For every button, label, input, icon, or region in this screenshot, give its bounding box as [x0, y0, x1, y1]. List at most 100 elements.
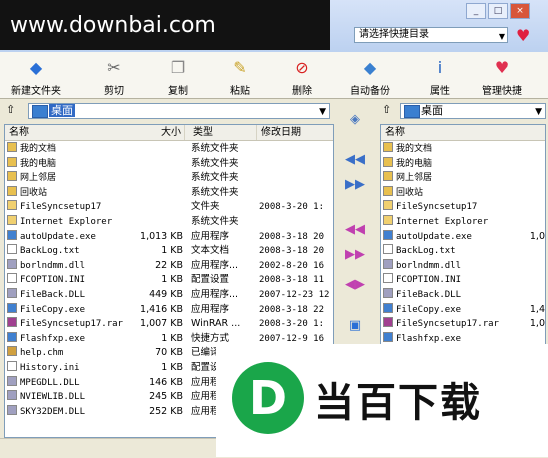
file-date: 2008-3-20 1:	[259, 319, 325, 330]
file-name-text: FileBack.DLL	[20, 290, 86, 300]
minimize-button[interactable]: _	[466, 3, 486, 19]
file-name: Internet Explorer	[7, 215, 112, 229]
table-row[interactable]: 回收站	[381, 185, 545, 200]
file-name-text: FileCopy.exe	[20, 304, 86, 315]
toolbar-button-7[interactable]: ♥ 管理快捷	[472, 54, 532, 98]
table-row[interactable]: 我的文档	[381, 142, 545, 156]
maximize-button[interactable]: □	[488, 3, 508, 19]
left-path-bar: ⇧ 桌面 ▼	[4, 101, 334, 121]
table-row[interactable]: borlndmm.dll 22 KB 应用程序... 2002-8-20 16	[5, 258, 333, 273]
file-size: 245 KB	[149, 391, 183, 403]
file-icon	[7, 302, 17, 313]
file-icon	[7, 142, 17, 152]
left-path-value: 桌面	[49, 104, 75, 117]
table-row[interactable]: FileSyncsetup17.rar 1,007 KB WinRAR ... 200…	[5, 317, 333, 331]
table-row[interactable]: FileSyncsetup17	[381, 200, 545, 214]
table-row[interactable]: FileSyncsetup17.rar 1,0	[381, 317, 545, 331]
swap-icon[interactable]: ◈	[344, 111, 366, 129]
table-row[interactable]: 网上邻居 系统文件夹	[5, 171, 333, 185]
left-path-select[interactable]: 桌面 ▼	[28, 103, 330, 119]
file-name: 我的文档	[383, 142, 432, 156]
file-name-text: FileSyncsetup17.rar	[20, 319, 123, 330]
file-name: MPEGDLL.DLL	[7, 375, 80, 390]
file-type: 系统文件夹	[191, 157, 239, 169]
toolbar-button-label: 管理快捷	[482, 86, 522, 97]
table-row[interactable]: FileSyncsetup17 文件夹 2008-3-20 1:	[5, 200, 333, 214]
table-row[interactable]: Internet Explorer	[381, 215, 545, 229]
column-name[interactable]: 名称	[381, 125, 545, 140]
table-row[interactable]: BackLog.txt	[381, 244, 545, 258]
column-size[interactable]: 大小	[125, 125, 185, 140]
file-type: 应用程序	[191, 303, 230, 315]
file-date: 2002-8-20 16	[259, 260, 325, 271]
file-icon	[383, 258, 393, 269]
table-row[interactable]: autoUpdate.exe 1,013 KB 应用程序 2008-3-18 20	[5, 229, 333, 244]
table-row[interactable]: FileBack.DLL 449 KB 应用程序... 2007-12-23 12	[5, 288, 333, 302]
table-row[interactable]: autoUpdate.exe 1,0	[381, 229, 545, 244]
right-path-select[interactable]: 桌面 ▼	[400, 103, 546, 119]
file-type: 应用程序...	[191, 259, 239, 271]
table-row[interactable]: FCOPTION.INI 1 KB 配置设置 2008-3-18 11	[5, 273, 333, 287]
window-icon[interactable]: ▣	[344, 317, 366, 335]
copy-left-icon[interactable]: ◀◀	[344, 151, 366, 169]
column-type[interactable]: 类型	[189, 125, 257, 140]
sync-both-icon[interactable]: ◀▶	[344, 276, 366, 294]
file-name: 我的电脑	[7, 156, 56, 171]
file-name: 网上邻居	[383, 171, 432, 185]
file-size: 1 KB	[161, 245, 183, 257]
file-name: BackLog.txt	[383, 244, 456, 258]
table-row[interactable]: 回收站 系统文件夹	[5, 185, 333, 200]
file-name: 我的电脑	[383, 156, 432, 171]
file-size: 1,0	[529, 230, 545, 242]
file-name: FileSyncsetup17	[7, 200, 101, 214]
table-row[interactable]: 网上邻居	[381, 171, 545, 185]
table-row[interactable]: 我的电脑 系统文件夹	[5, 156, 333, 171]
site-logo-overlay: D 当百下载	[216, 344, 548, 457]
table-row[interactable]: FCOPTION.INI	[381, 273, 545, 287]
file-icon	[7, 156, 17, 167]
file-type: 系统文件夹	[191, 186, 239, 198]
file-icon	[7, 215, 17, 225]
favorite-heart-icon[interactable]: ♥	[516, 26, 530, 45]
table-row[interactable]: FileBack.DLL	[381, 288, 545, 302]
file-name: autoUpdate.exe	[383, 229, 472, 244]
column-date[interactable]: 修改日期	[257, 125, 333, 140]
toolbar-button-0[interactable]: ◆ 新建文件夹	[6, 54, 66, 98]
shortcut-dir-select[interactable]: 请选择快捷目录 ▼	[354, 27, 508, 43]
file-size: 252 KB	[149, 405, 183, 417]
file-name-text: help.chm	[20, 348, 64, 359]
up-folder-icon[interactable]: ⇧	[382, 103, 391, 116]
table-row[interactable]: Internet Explorer 系统文件夹	[5, 215, 333, 229]
file-name: 回收站	[383, 185, 423, 200]
table-row[interactable]: borlndmm.dll	[381, 258, 545, 273]
copy-right-icon[interactable]: ▶▶	[344, 176, 366, 194]
table-row[interactable]: FileCopy.exe 1,4	[381, 302, 545, 317]
file-date: 2008-3-18 20	[259, 231, 325, 242]
toolbar-button-3[interactable]: ✎ 粘贴	[210, 54, 270, 98]
toolbar-button-2[interactable]: ❐ 复制	[148, 54, 208, 98]
file-date: 2008-3-20 1:	[259, 202, 325, 213]
toolbar-button-label: 自动备份	[350, 86, 390, 97]
file-icon	[383, 288, 393, 298]
new-folder-icon: ◆	[29, 57, 43, 77]
table-row[interactable]: FileCopy.exe 1,416 KB 应用程序 2008-3-18 22	[5, 302, 333, 317]
move-left-icon[interactable]: ◀◀	[344, 221, 366, 239]
file-type: 应用程序	[191, 230, 230, 242]
table-row[interactable]: 我的电脑	[381, 156, 545, 171]
file-type: 应用程序...	[191, 289, 239, 300]
file-name: help.chm	[7, 346, 63, 360]
toolbar-button-6[interactable]: i 属性	[410, 54, 470, 98]
file-type: 文件夹	[191, 201, 220, 213]
table-row[interactable]: 我的文档 系统文件夹	[5, 142, 333, 156]
up-folder-icon[interactable]: ⇧	[6, 103, 15, 116]
move-right-icon[interactable]: ▶▶	[344, 246, 366, 264]
file-icon	[383, 200, 393, 211]
toolbar-button-label: 删除	[292, 86, 312, 97]
toolbar-button-5[interactable]: ◆ 自动备份	[340, 54, 400, 98]
toolbar-button-4[interactable]: ⊘ 删除	[272, 54, 332, 98]
close-button[interactable]: ×	[510, 3, 530, 19]
file-size: 1 KB	[161, 274, 183, 286]
table-row[interactable]: BackLog.txt 1 KB 文本文档 2008-3-18 20	[5, 244, 333, 258]
file-name: FileBack.DLL	[7, 288, 85, 302]
toolbar-button-1[interactable]: ✂ 剪切	[84, 54, 144, 98]
